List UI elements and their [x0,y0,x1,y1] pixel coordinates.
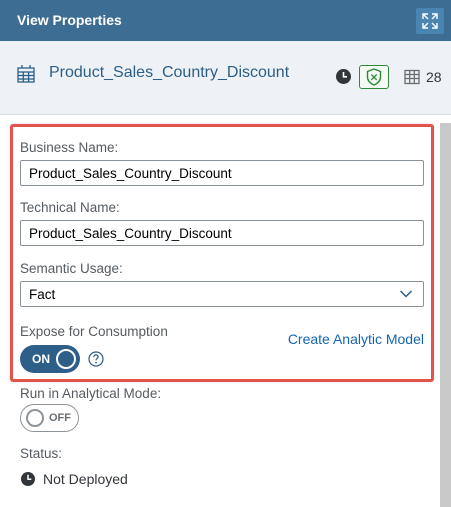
expand-button[interactable] [416,8,444,34]
analytical-mode-label: Run in Analytical Mode: [20,386,162,401]
clock-icon[interactable] [335,68,352,85]
toggle-knob [26,409,44,427]
dialog-titlebar: View Properties [0,0,451,41]
shield-icon [366,68,382,86]
business-name-label: Business Name: [20,140,119,155]
deployment-status-button[interactable] [359,65,389,89]
status-label: Status: [20,446,63,461]
analytical-mode-toggle[interactable]: OFF [20,404,79,432]
help-icon[interactable] [88,351,104,367]
dialog-title: View Properties [17,12,122,28]
chevron-down-icon [399,290,413,298]
scrollbar[interactable] [440,123,451,507]
clock-icon [21,472,35,486]
object-name: Product_Sales_Country_Discount [49,64,290,81]
table-icon [17,65,35,83]
status-value: Not Deployed [43,471,128,487]
business-name-value: Product_Sales_Country_Discount [29,165,232,181]
object-header: Product_Sales_Country_Discount 28 [0,41,451,115]
expose-consumption-label: Expose for Consumption [20,324,168,339]
semantic-usage-label: Semantic Usage: [20,261,123,276]
technical-name-label: Technical Name: [20,200,120,215]
technical-name-value: Product_Sales_Country_Discount [29,225,232,241]
expand-icon [422,13,438,29]
analytical-toggle-text: OFF [49,412,71,424]
business-name-field[interactable]: Product_Sales_Country_Discount [20,160,424,186]
column-count: 28 [426,69,442,85]
create-analytic-model-link[interactable]: Create Analytic Model [288,331,424,347]
semantic-usage-value: Fact [29,286,56,302]
semantic-usage-select[interactable]: Fact [20,281,424,307]
technical-name-field[interactable]: Product_Sales_Country_Discount [20,220,424,246]
expose-consumption-toggle[interactable]: ON [20,345,80,373]
columns-icon [404,69,420,85]
toggle-knob [56,349,76,369]
expose-toggle-text: ON [32,352,50,366]
